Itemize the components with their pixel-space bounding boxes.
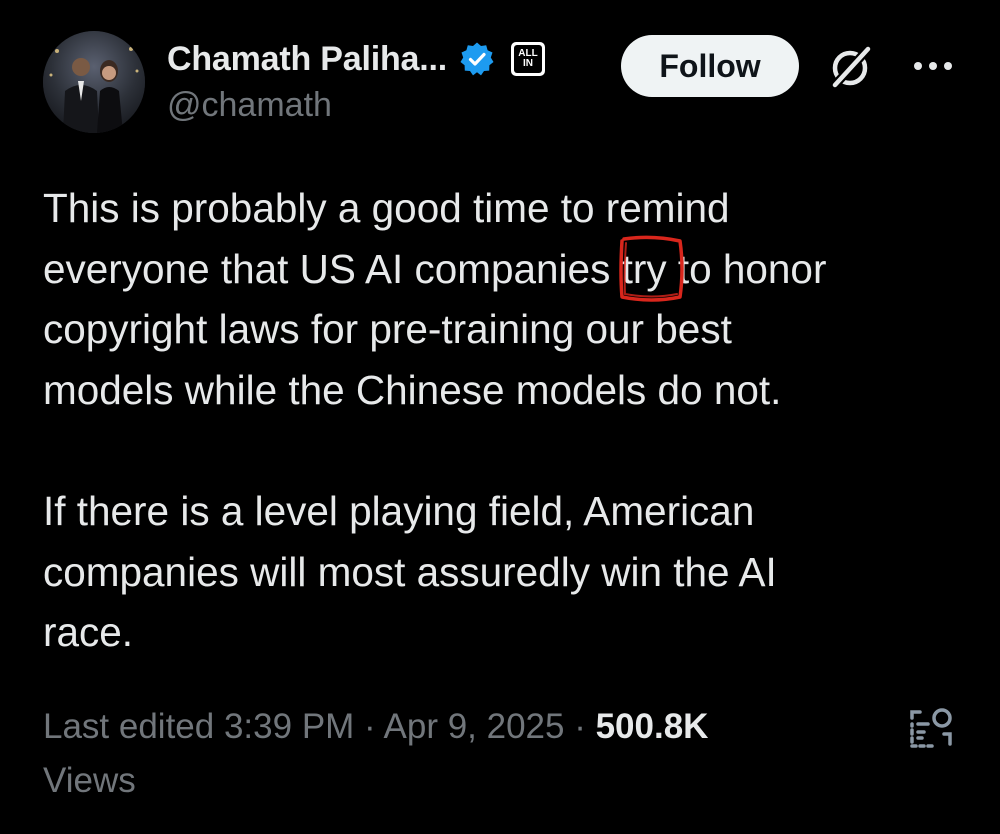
- tweet-line: race.: [43, 609, 134, 655]
- affiliation-badge[interactable]: ALL IN: [511, 42, 546, 76]
- tweet-meta: Last edited 3:39 PM · Apr 9, 2025 · 500.…: [43, 700, 863, 808]
- affiliation-badge-line2: IN: [523, 58, 534, 69]
- circled-word: try: [618, 235, 684, 302]
- grok-slash-icon[interactable]: [826, 42, 876, 92]
- tweet-line: This is probably a good time to remind: [43, 185, 730, 231]
- tweet-text-segment: to honor: [666, 245, 827, 292]
- edited-label[interactable]: Last edited: [43, 707, 224, 746]
- circled-word-text: try: [621, 245, 667, 292]
- more-horizontal-icon[interactable]: [910, 52, 956, 80]
- tweet-text-segment: everyone that US AI companies: [43, 245, 622, 292]
- tweet-line: companies will most assuredly win the AI: [43, 548, 777, 595]
- author-display-name[interactable]: Chamath Paliha...: [167, 40, 447, 79]
- tweet-line: everyone that US AI companies try to hon…: [43, 235, 963, 302]
- avatar-photo: [43, 31, 145, 133]
- tweet-line: models while the Chinese models do not.: [43, 366, 782, 413]
- meta-separator: ·: [564, 707, 596, 746]
- views-label: Views: [43, 761, 136, 800]
- author-avatar[interactable]: [43, 31, 145, 133]
- verified-badge-icon[interactable]: [459, 41, 495, 77]
- follow-button[interactable]: Follow: [621, 35, 799, 97]
- tweet-line: If there is a level playing field, Ameri…: [43, 488, 755, 534]
- analytics-icon[interactable]: [906, 704, 956, 754]
- meta-separator: ·: [354, 707, 384, 746]
- author-name-row: Chamath Paliha... ALL IN: [167, 38, 546, 80]
- tweet-text: This is probably a good time to remind e…: [43, 178, 963, 663]
- tweet-line: copyright laws for pre-training our best: [43, 306, 732, 352]
- views-count: 500.8K: [595, 707, 709, 746]
- author-handle[interactable]: @chamath: [167, 86, 332, 125]
- tweet-date[interactable]: Apr 9, 2025: [384, 707, 565, 746]
- tweet-time[interactable]: 3:39 PM: [224, 707, 354, 746]
